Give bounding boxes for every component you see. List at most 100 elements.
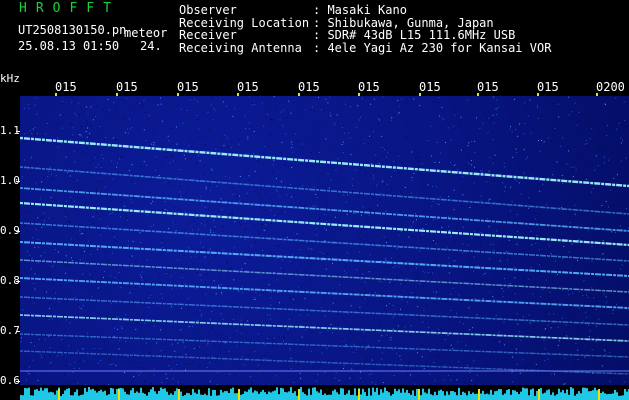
signal-bar [558, 388, 560, 400]
signal-bar [438, 390, 440, 400]
signal-bar [134, 392, 136, 400]
signal-bar [550, 394, 552, 400]
signal-bar [278, 394, 280, 400]
signal-bar [236, 393, 238, 400]
signal-bar [150, 389, 152, 400]
signal-bar [454, 392, 456, 400]
signal-bar [400, 392, 402, 400]
signal-bar [48, 392, 50, 400]
time-label: 015 [358, 80, 380, 94]
signal-bar [412, 390, 414, 400]
signal-bar [436, 395, 438, 400]
signal-bar [332, 390, 334, 400]
signal-bar [50, 391, 52, 400]
signal-bar [170, 393, 172, 400]
info-key: Receiver [179, 28, 237, 42]
signal-bar [156, 393, 158, 400]
minute-marker [118, 389, 120, 400]
signal-bar [160, 387, 162, 400]
signal-bar [548, 389, 550, 400]
signal-bar [128, 394, 130, 400]
signal-bar [532, 388, 534, 400]
signal-bar [384, 387, 386, 400]
carrier-trace [20, 166, 629, 215]
header-value: 24. [140, 39, 162, 53]
signal-bar [430, 394, 432, 400]
signal-bar [460, 395, 462, 400]
signal-bar [368, 388, 370, 400]
signal-bar [410, 394, 412, 400]
info-key: Receiving Antenna [179, 40, 302, 55]
signal-bar [204, 393, 206, 400]
signal-bar [40, 387, 42, 400]
signal-bar [184, 394, 186, 400]
signal-bar [618, 395, 620, 400]
signal-bar [382, 392, 384, 400]
time-label: 015 [537, 80, 559, 94]
signal-bar [94, 390, 96, 400]
signal-bar [512, 390, 514, 400]
signal-bar [90, 389, 92, 400]
signal-bar [458, 387, 460, 400]
signal-bar [456, 395, 458, 400]
signal-bar [612, 393, 614, 400]
signal-bar [256, 391, 258, 400]
minute-marker [538, 389, 540, 400]
signal-bar [586, 388, 588, 400]
signal-bar [442, 391, 444, 400]
signal-bar [544, 392, 546, 400]
signal-bar [340, 388, 342, 400]
signal-bar [490, 389, 492, 400]
signal-bar [576, 393, 578, 400]
signal-bar [444, 395, 446, 400]
signal-bar [526, 388, 528, 400]
signal-bar [46, 388, 48, 400]
signal-bar [614, 389, 616, 400]
signal-bar [172, 394, 174, 400]
signal-bar [74, 392, 76, 400]
signal-bar [260, 391, 262, 400]
signal-bar [406, 389, 408, 400]
signal-bar [494, 391, 496, 400]
signal-bar [388, 392, 390, 400]
signal-bar [584, 387, 586, 400]
signal-bar [542, 393, 544, 400]
time-label: 0200 [596, 80, 625, 94]
signal-bar [352, 394, 354, 400]
signal-bar [162, 388, 164, 400]
signal-bar [580, 393, 582, 400]
signal-bar [64, 390, 66, 400]
signal-bar [96, 392, 98, 400]
signal-bar [428, 388, 430, 400]
signal-bar [284, 392, 286, 400]
signal-bar [66, 388, 68, 400]
signal-bar [326, 395, 328, 400]
signal-bar [574, 395, 576, 400]
signal-bar [338, 394, 340, 400]
signal-bar [196, 393, 198, 400]
signal-bar [68, 388, 70, 400]
signal-bar [568, 394, 570, 400]
signal-bar [392, 394, 394, 400]
signal-bar [176, 388, 178, 400]
signal-bar [560, 392, 562, 400]
signal-bar [34, 389, 36, 400]
signal-bar [188, 393, 190, 400]
signal-bar [380, 389, 382, 400]
time-label: 015 [55, 80, 77, 94]
minute-marker [58, 389, 60, 400]
signal-bar [480, 393, 482, 400]
signal-bar [216, 395, 218, 400]
signal-bar [194, 392, 196, 400]
frequency-axis: 1.1 1.0 0.9 0.8 0.7 0.6 [0, 96, 20, 387]
signal-bar [462, 391, 464, 400]
minute-marker [598, 389, 600, 400]
signal-bar [138, 392, 140, 400]
signal-bar [202, 394, 204, 400]
signal-bar [498, 389, 500, 400]
signal-bar [330, 394, 332, 400]
signal-bar [556, 394, 558, 400]
time-label: 015 [177, 80, 199, 94]
signal-bar [182, 395, 184, 400]
signal-bar [434, 391, 436, 400]
